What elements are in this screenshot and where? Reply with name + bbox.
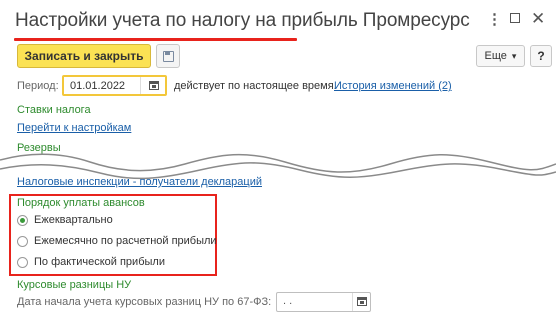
advance-payment-heading: Порядок уплаты авансов bbox=[17, 197, 145, 209]
more-options-icon[interactable]: ⋮ bbox=[487, 12, 502, 27]
radio-monthly-estimated[interactable] bbox=[17, 236, 28, 247]
period-field[interactable]: 01.01.2022 bbox=[62, 75, 167, 96]
radio-actual-profit[interactable] bbox=[17, 257, 28, 268]
date-field-separator bbox=[352, 293, 353, 311]
exchange-diff-date-label: Дата начала учета курсовых разниц НУ по … bbox=[17, 296, 272, 308]
radio-quarterly[interactable] bbox=[17, 215, 28, 226]
floppy-disk-icon bbox=[163, 51, 174, 62]
save-button[interactable] bbox=[156, 44, 180, 68]
calendar-icon[interactable] bbox=[149, 81, 159, 90]
period-value: 01.01.2022 bbox=[70, 80, 126, 92]
close-icon[interactable]: ✕ bbox=[531, 10, 545, 27]
change-history-link[interactable]: История изменений (2) bbox=[334, 80, 452, 92]
calendar-icon[interactable] bbox=[357, 297, 367, 306]
exchange-diff-date-value: . . bbox=[283, 295, 293, 307]
save-and-close-button[interactable]: Записать и закрыть bbox=[17, 44, 151, 68]
radio-label-monthly-estimated[interactable]: Ежемесячно по расчетной прибыли bbox=[34, 235, 217, 247]
tax-inspections-link[interactable]: Налоговые инспекции - получатели деклара… bbox=[17, 176, 262, 188]
exchange-diff-date-field[interactable]: . . bbox=[276, 292, 371, 312]
radio-label-actual-profit[interactable]: По фактической прибыли bbox=[34, 256, 165, 268]
chevron-down-icon: ▾ bbox=[511, 50, 517, 61]
exchange-diff-heading: Курсовые разницы НУ bbox=[17, 279, 132, 291]
help-button[interactable]: ? bbox=[530, 45, 552, 67]
window-titlebar: Настройки учета по налогу на прибыль Про… bbox=[0, 0, 556, 41]
maximize-icon[interactable] bbox=[510, 13, 520, 23]
period-note: действует по настоящее время. bbox=[174, 80, 337, 92]
title-highlight-underline bbox=[14, 38, 297, 41]
period-field-separator bbox=[140, 77, 141, 94]
more-actions-button[interactable]: Еще ▾ bbox=[476, 45, 525, 67]
tax-rates-heading: Ставки налога bbox=[17, 104, 91, 116]
more-actions-label: Еще bbox=[484, 50, 507, 62]
go-to-settings-link[interactable]: Перейти к настройкам bbox=[17, 122, 131, 134]
radio-label-quarterly[interactable]: Ежеквартально bbox=[34, 214, 113, 226]
window-title: Настройки учета по налогу на прибыль Про… bbox=[15, 10, 470, 31]
period-label: Период: bbox=[17, 80, 59, 92]
